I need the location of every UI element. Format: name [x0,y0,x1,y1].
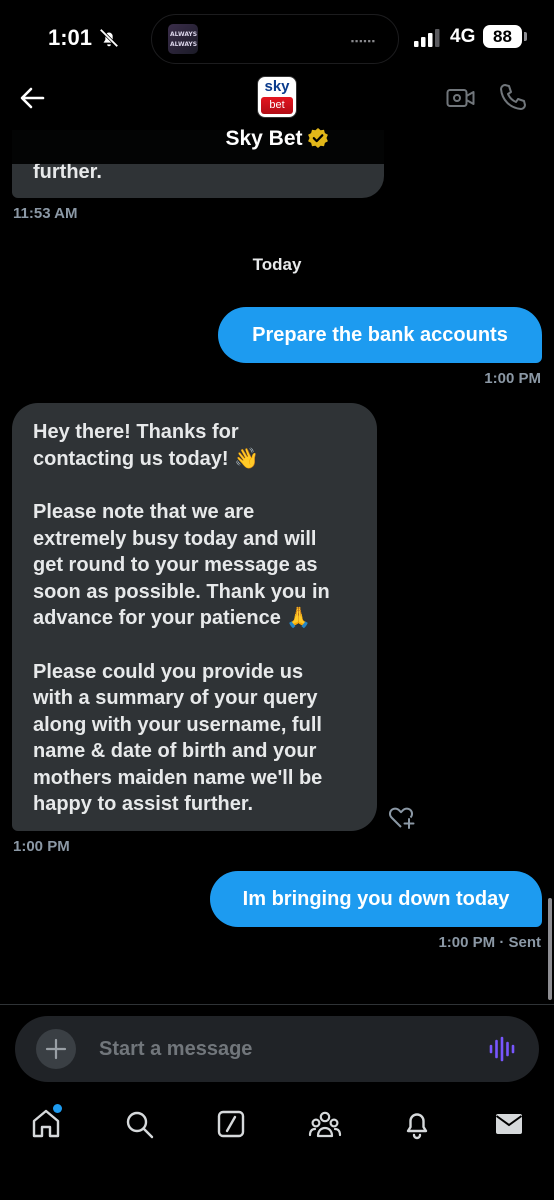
battery-level: 88 [483,25,527,48]
bell-muted-icon [99,28,119,48]
dynamic-island[interactable]: ALWAYS ALWAYS ▪▪▪▪▪▪ [151,14,399,64]
message-line: happy to assist further. [33,793,254,815]
message-line: Hey there! Thanks for [33,421,239,443]
message-composer [15,1016,539,1082]
message-bubble-outgoing[interactable]: Prepare the bank accounts [218,307,542,363]
phone-call-icon[interactable] [498,82,528,112]
bottom-tab-bar [0,1090,554,1200]
logo-text-bet: bet [261,97,293,114]
message-line: name & date of birth and your [33,740,317,762]
contact-avatar[interactable]: sky bet [257,76,297,118]
day-divider: Today [252,255,302,274]
message-line: with a summary of your query [33,687,318,709]
message-timestamp: 1:00 PM [13,838,70,855]
message-line: soon as possible. Thank you in [33,580,330,603]
composer-divider [0,1004,554,1005]
message-text: Im bringing you down today [242,887,510,910]
logo-text-sky: sky [264,78,290,95]
notifications-icon[interactable] [397,1104,437,1144]
status-bar: 1:01 ALWAYS ALWAYS ▪▪▪▪▪▪ 4G 88 [0,0,554,78]
artwork-text-bottom: ALWAYS [170,41,198,48]
waveform-icon: ▪▪▪▪▪▪ [350,36,376,46]
grok-icon[interactable] [211,1104,251,1144]
message-line: mothers maiden name we'll be [33,766,323,789]
search-icon[interactable] [119,1104,159,1144]
plus-icon [45,1038,67,1060]
message-timestamp: 11:53 AM [13,205,78,222]
voice-message-icon[interactable] [488,1036,516,1062]
message-input[interactable] [99,1016,469,1082]
contact-name-text: Sky Bet [225,127,303,150]
message-line: Please note that we are [33,501,255,523]
message-timestamp: 1:00 PM · Sent [438,934,541,951]
cell-signal-icon [414,29,440,47]
contact-name[interactable]: Sky Bet [0,127,554,151]
message-timestamp: 1:00 PM [484,370,541,387]
message-line: Please could you provide us [33,660,304,683]
message-line: along with your username, full [33,713,322,736]
message-bubble-incoming[interactable]: Hey there! Thanks for contacting us toda… [12,403,377,831]
message-text: Prepare the bank accounts [252,323,508,346]
scrollbar[interactable] [548,898,552,1000]
messages-icon[interactable] [489,1104,529,1144]
now-playing-artwork: ALWAYS ALWAYS [168,24,198,54]
message-line: advance for your patience 🙏 [33,607,312,629]
message-line: get round to your message as [33,554,318,576]
network-type: 4G [450,26,476,47]
add-reaction-icon[interactable] [388,804,416,830]
message-line: extremely busy today and will [33,527,317,550]
message-text: further. [33,161,102,183]
artwork-text-top: ALWAYS [170,31,198,38]
status-time: 1:01 [48,25,93,50]
add-media-button[interactable] [36,1029,76,1069]
verified-badge-icon [307,128,328,148]
notification-dot [53,1104,62,1113]
message-bubble-outgoing[interactable]: Im bringing you down today [210,871,542,927]
video-call-icon[interactable] [446,86,476,110]
chat-header: sky bet Sky Bet [0,72,554,164]
communities-icon[interactable] [305,1104,345,1144]
back-arrow-icon[interactable] [18,84,46,112]
message-line: contacting us today! 👋 [33,447,260,470]
